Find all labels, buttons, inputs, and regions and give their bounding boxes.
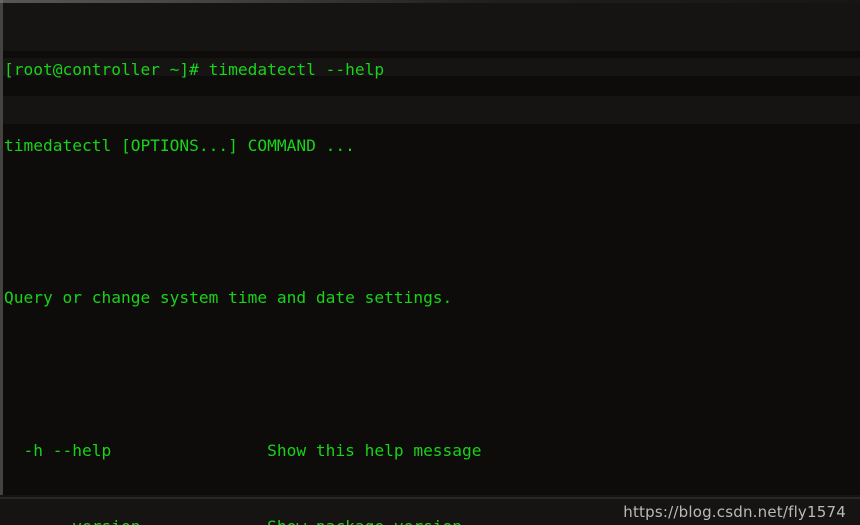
- terminal-transparent-region: [3, 96, 860, 124]
- watermark-url: https://blog.csdn.net/fly1574: [623, 503, 846, 521]
- terminal-background: [3, 3, 860, 495]
- checklist-icon[interactable]: [580, 4, 638, 44]
- spellcheck-underline: [23, 120, 124, 124]
- background-editor-layer: 1 2 3 命令 timedatectl set-timezone Asia/S…: [0, 0, 860, 525]
- svg-text:3: 3: [538, 28, 542, 35]
- screenshot-root: 1 2 3 命令 timedatectl set-timezone Asia/S…: [0, 0, 860, 525]
- terminal-bottom-border: [0, 497, 860, 499]
- terminal-transparent-region: [3, 58, 860, 76]
- terminal-line: [root@controller ~]# timedatectl --help: [4, 59, 385, 79]
- blockquote-icon[interactable]: [638, 4, 696, 44]
- editor-section-label: 命令: [14, 67, 56, 91]
- terminal-line: Query or change system time and date set…: [4, 288, 453, 308]
- terminal-transparent-region: [3, 3, 860, 51]
- spellcheck-underline: [290, 120, 358, 124]
- terminal-output: [root@controller ~]# timedatectl --help …: [0, 0, 735, 525]
- editor-command-line: timedatectl set-timezone Asia/Shang: [22, 100, 411, 124]
- terminal-line: timedatectl [OPTIONS...] COMMAND ...: [4, 136, 355, 156]
- numbered-list-icon[interactable]: 1 2 3: [522, 4, 580, 44]
- bulleted-list-icon[interactable]: [464, 4, 522, 44]
- table-icon[interactable]: [754, 4, 812, 44]
- code-block-icon[interactable]: [696, 4, 754, 44]
- svg-text:2: 2: [538, 21, 542, 29]
- terminal-top-border: [0, 0, 860, 3]
- editor-toolbar: 1 2 3: [0, 0, 860, 48]
- editor-note-chinese: （这里是设置亚洲上海上海）: [382, 104, 655, 128]
- link-icon[interactable]: [812, 4, 860, 44]
- terminal-line: -h --help Show this help message: [4, 440, 482, 460]
- svg-text:1: 1: [538, 14, 542, 22]
- terminal-left-border: [0, 0, 3, 495]
- strikethrough-icon[interactable]: [406, 4, 464, 44]
- terminal-window[interactable]: [root@controller ~]# timedatectl --help …: [0, 0, 860, 525]
